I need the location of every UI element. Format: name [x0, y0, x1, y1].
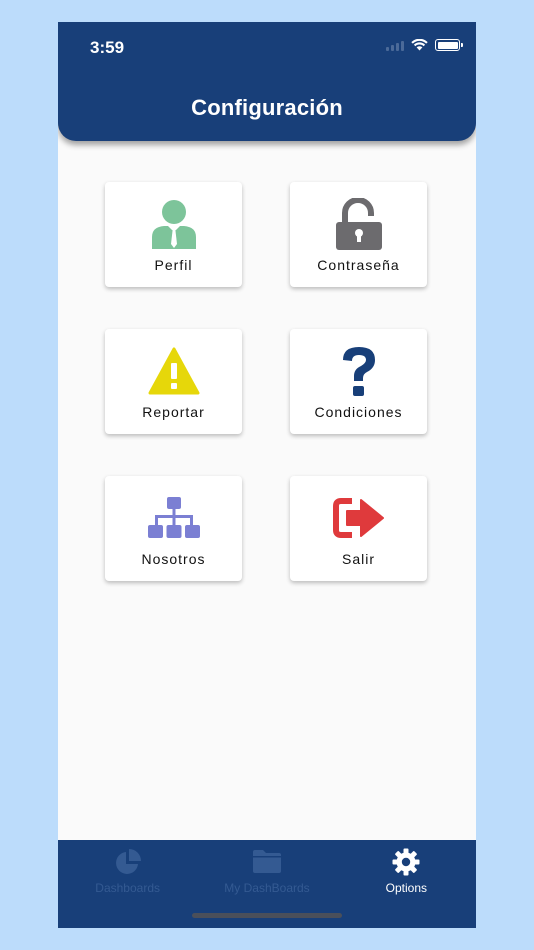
reportar-card[interactable]: Reportar	[105, 329, 242, 434]
contrasena-card[interactable]: Contraseña	[290, 182, 427, 287]
condiciones-label: Condiciones	[314, 404, 403, 420]
contrasena-label: Contraseña	[317, 257, 400, 273]
perfil-label: Perfil	[154, 257, 193, 273]
pie-chart-icon	[115, 849, 141, 874]
question-icon	[342, 347, 375, 396]
wifi-icon	[411, 39, 428, 51]
perfil-card[interactable]: Perfil	[105, 182, 242, 287]
logout-icon	[332, 498, 384, 538]
salir-card[interactable]: Salir	[290, 476, 427, 581]
battery-icon	[435, 39, 463, 51]
status-icons	[386, 39, 463, 51]
unlock-icon	[335, 198, 382, 250]
tab-dashboards-label: Dashboards	[95, 881, 161, 895]
page-title: Configuración	[191, 95, 343, 120]
folder-icon	[252, 850, 281, 873]
home-indicator[interactable]	[192, 913, 342, 918]
tab-dashboards[interactable]: Dashboards	[58, 840, 197, 928]
sitemap-icon	[147, 497, 200, 538]
cellular-signal-icon	[386, 40, 404, 51]
warning-icon	[148, 347, 199, 395]
user-icon	[151, 200, 196, 249]
app-header: 3:59 Configuración	[58, 22, 476, 141]
gear-icon	[392, 848, 420, 876]
tab-options-label: Options	[385, 881, 427, 895]
tab-options[interactable]: Options	[337, 840, 476, 928]
salir-label: Salir	[341, 551, 375, 567]
nosotros-card[interactable]: Nosotros	[105, 476, 242, 581]
nosotros-label: Nosotros	[141, 551, 206, 567]
phone-screen: 3:59 Configuración Perfil Contraseña Rep…	[58, 22, 476, 928]
reportar-label: Reportar	[142, 404, 205, 420]
condiciones-card[interactable]: Condiciones	[290, 329, 427, 434]
status-time: 3:59	[90, 38, 125, 57]
tab-my-dashboards-label: My DashBoards	[224, 881, 310, 895]
